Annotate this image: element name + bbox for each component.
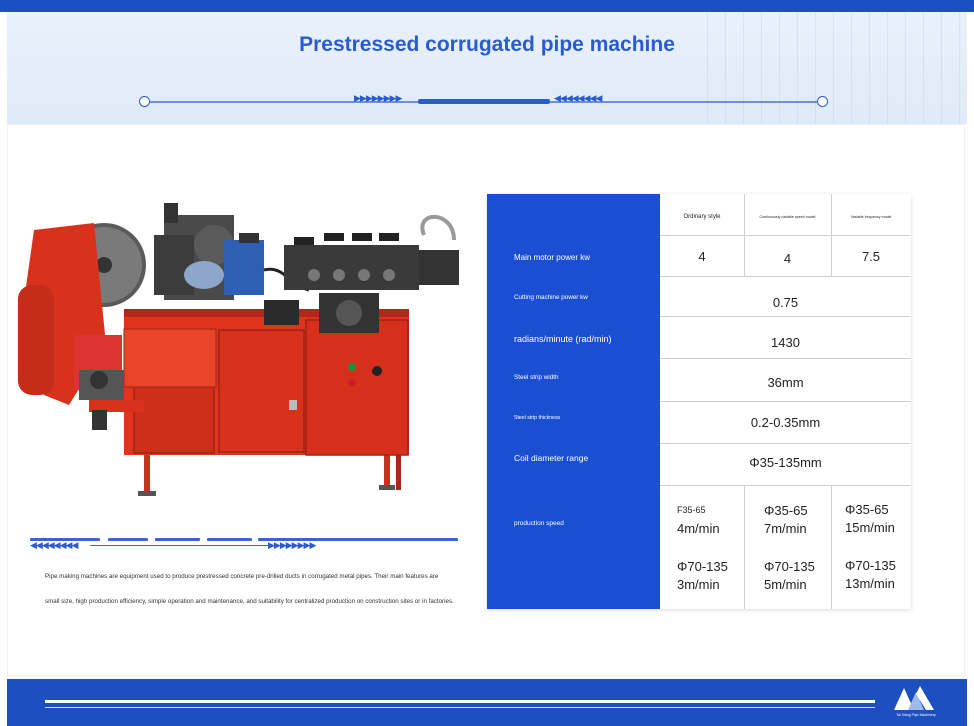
label-thickness: Steel strip thickness [514,415,561,421]
grid-line [660,443,911,444]
right-arrows-icon: ▶▶▶▶▶▶▶▶ [354,93,402,103]
divider-start-circle [139,96,150,107]
footer-line-thin [45,707,875,708]
deco-bar-4 [207,538,252,541]
deco-bar-2 [108,538,148,541]
speed-ord-top-range: F35-65 [677,505,706,515]
grid-line [660,358,911,359]
speed-ord-bottom-speed: 3m/min [677,577,720,592]
page-title: Prestressed corrugated pipe machine [299,33,675,56]
spec-table: Ordinary style Continuously variable spe… [487,194,911,609]
header-banner [7,12,967,124]
deco-bar-3 [155,538,200,541]
logo-tagline: Tai Xiang Pipe Machinery [896,713,936,717]
value-cutting: 0.75 [772,295,799,310]
label-width: Steel strip width [514,374,559,381]
speed-cont-top-range: Φ35-65 [764,503,808,518]
grid-line [660,316,911,317]
label-speed: production speed [514,520,564,527]
grid-line [660,485,911,486]
label-main-motor: Main motor power kw [514,253,591,262]
description-text: Pipe making machines are equipment used … [45,568,475,610]
speed-var-bottom-range: Φ70-135 [845,558,896,573]
value-width: 36mm [767,375,804,390]
speed-var-bottom-speed: 13m/min [845,576,895,591]
value-motor-continuous: 4 [783,251,792,266]
value-radians: 1430 [771,335,800,350]
speed-ord-bottom-range: Φ70-135 [677,559,728,574]
left-arrows-icon: ◀◀◀◀◀◀◀◀ [30,540,78,550]
speed-cont-bottom-range: Φ70-135 [764,559,815,574]
value-coil: Φ35-135mm [749,455,822,470]
right-arrows-icon: ▶▶▶▶▶▶▶▶ [268,540,316,550]
grid-line [660,401,911,402]
speed-var-top-speed: 15m/min [845,520,895,535]
speed-ord-top-speed: 4m/min [677,521,720,536]
grid-line [660,276,911,277]
machine-photo [18,203,459,496]
value-thickness: 0.2-0.35mm [750,415,821,430]
value-motor-ordinary: 4 [698,249,706,264]
top-accent-bar [0,0,974,12]
grid-line [744,485,745,609]
speed-var-top-range: Φ35-65 [845,502,889,517]
divider-end-circle [817,96,828,107]
label-cutting: Cutting machine power kw [514,294,588,301]
left-arrows-icon: ◀◀◀◀◀◀◀◀ [554,93,602,103]
description-line-1: Pipe making machines are equipment used … [45,573,439,580]
header-divider-accent [418,99,550,104]
description-line-2: small size, high production efficiency, … [45,598,454,605]
label-radians: radians/minute (rad/min) [514,334,612,344]
header-variable: Variable frequency model [850,215,892,219]
footer-line [45,700,875,703]
header-continuous: Continuously variable speed model [759,215,816,219]
deco-thin-line [90,545,270,546]
label-coil: Coil diameter range [514,453,589,463]
speed-cont-bottom-speed: 5m/min [764,577,807,592]
header-ordinary: Ordinary style [683,214,721,220]
speed-cont-top-speed: 7m/min [764,521,807,536]
grid-line [660,235,911,236]
header-pattern [707,12,967,124]
grid-line [831,485,832,609]
value-motor-variable: 7.5 [861,249,881,264]
